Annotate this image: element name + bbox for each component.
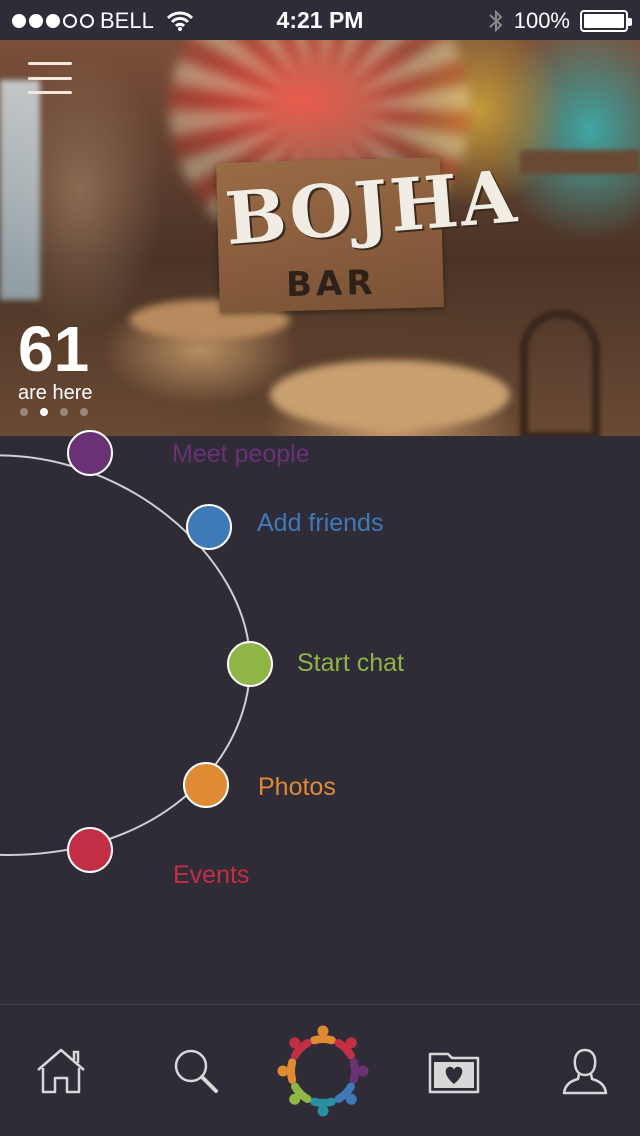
meet-people-label[interactable]: Meet people [172, 440, 310, 469]
status-right: 100% [488, 8, 632, 34]
venue-logo: BOJHA BAR [216, 153, 521, 313]
tab-profile[interactable] [530, 1005, 640, 1136]
table-front [270, 360, 510, 430]
status-bar: BELL 4:21 PM 100% [0, 0, 640, 40]
people-circle-head [317, 1025, 329, 1037]
tab-bar [0, 1004, 640, 1136]
venue-logo-sub-text: BAR [285, 262, 377, 306]
bluetooth-icon [489, 9, 503, 33]
people-circle-head [317, 1105, 329, 1117]
people-circle-icon [277, 1025, 369, 1117]
tab-people[interactable] [268, 1005, 378, 1136]
people-count-block: 61 are here [18, 313, 93, 405]
people-count-label: are here [18, 382, 93, 404]
page-dot[interactable] [80, 408, 88, 416]
chair [520, 310, 600, 436]
battery-percent: 100% [513, 8, 570, 33]
start-chat-node[interactable] [227, 641, 273, 687]
events-label[interactable]: Events [173, 861, 249, 890]
venue-logo-main-text: BOJHA [222, 153, 521, 262]
shelf [520, 150, 640, 174]
carousel-page-indicator[interactable] [20, 408, 88, 416]
search-icon [174, 1049, 218, 1093]
home-icon [37, 1048, 85, 1094]
window-light [0, 80, 40, 300]
people-circle-body [287, 1058, 297, 1084]
hamburger-menu-icon[interactable] [28, 62, 72, 94]
people-circle-body [310, 1035, 336, 1045]
events-node[interactable] [67, 827, 113, 873]
meet-people-node[interactable] [67, 430, 113, 476]
page-dot[interactable] [20, 408, 28, 416]
tab-favorites[interactable] [399, 1005, 509, 1136]
add-friends-node[interactable] [186, 504, 232, 550]
photos-node[interactable] [183, 762, 229, 808]
profile-icon [562, 1048, 608, 1095]
battery-icon [580, 10, 632, 32]
page-dot-active[interactable] [40, 408, 48, 416]
people-circle-head [357, 1065, 369, 1077]
tab-search[interactable] [141, 1005, 251, 1136]
people-circle-body [310, 1097, 336, 1107]
start-chat-label[interactable]: Start chat [297, 649, 404, 678]
people-count: 61 [18, 313, 90, 385]
tab-home[interactable] [6, 1005, 116, 1136]
page-dot[interactable] [60, 408, 68, 416]
add-friends-label[interactable]: Add friends [257, 509, 383, 538]
photos-label[interactable]: Photos [258, 773, 336, 802]
people-circle-head [277, 1065, 289, 1077]
people-circle-body [349, 1058, 359, 1084]
favorites-folder-icon [428, 1052, 480, 1094]
